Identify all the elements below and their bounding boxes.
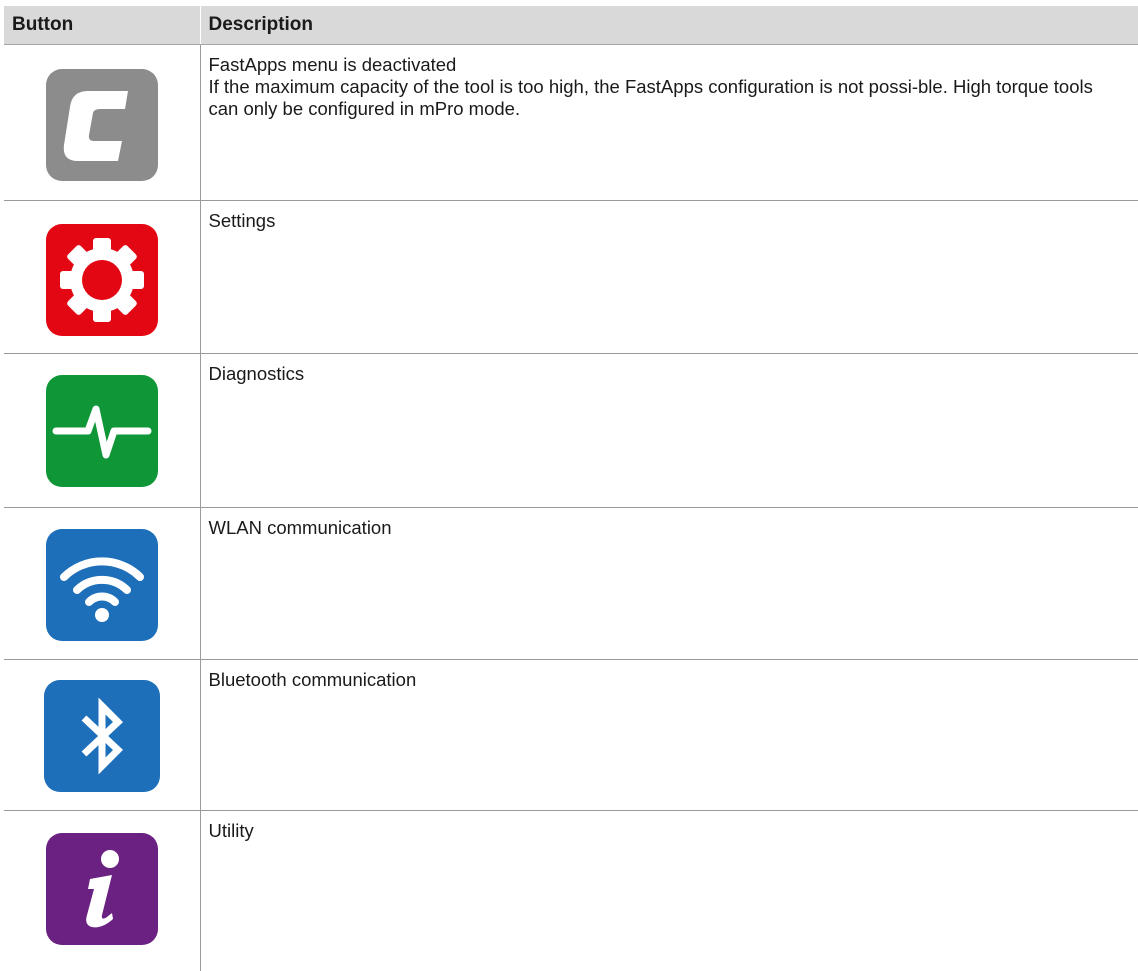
button-column-header: Button xyxy=(4,6,201,45)
description-title: WLAN communication xyxy=(208,517,392,538)
button-cell xyxy=(4,200,201,354)
table-row: WLAN communication xyxy=(4,507,1138,660)
description-title: FastApps menu is deactivated xyxy=(208,54,457,75)
description-title: Bluetooth communication xyxy=(208,669,417,690)
description-cell: Diagnostics xyxy=(200,353,1138,508)
description-cell: FastApps menu is deactivated If the maxi… xyxy=(200,44,1138,201)
description-column-header: Description xyxy=(200,6,1138,45)
button-description-table: Button Description FastApps menu is deac… xyxy=(4,6,1138,971)
table-row: Diagnostics xyxy=(4,353,1138,508)
info-icon xyxy=(45,833,158,945)
fastapps-c-icon xyxy=(45,69,158,181)
button-cell xyxy=(4,353,201,508)
description-title: Utility xyxy=(208,820,254,841)
description-body: If the maximum capacity of the tool is t… xyxy=(208,76,1093,119)
description-cell: Settings xyxy=(200,200,1138,354)
button-cell xyxy=(4,810,201,971)
button-cell xyxy=(4,44,201,201)
wifi-icon xyxy=(45,529,158,641)
table-row: Settings xyxy=(4,200,1138,354)
table-row: Utility xyxy=(4,810,1138,971)
description-title: Diagnostics xyxy=(208,363,305,384)
description-cell: WLAN communication xyxy=(200,507,1138,660)
bluetooth-icon xyxy=(43,680,160,792)
gear-icon xyxy=(45,224,158,336)
description-cell: Utility xyxy=(200,811,1138,971)
button-cell xyxy=(4,659,201,811)
button-cell xyxy=(4,507,201,660)
description-title: Settings xyxy=(208,210,276,231)
table-header-row: Button Description xyxy=(4,6,1138,45)
table-row: FastApps menu is deactivated If the maxi… xyxy=(4,44,1138,201)
table-row: Bluetooth communication xyxy=(4,659,1138,811)
description-cell: Bluetooth communication xyxy=(200,659,1138,811)
pulse-icon xyxy=(45,375,158,487)
